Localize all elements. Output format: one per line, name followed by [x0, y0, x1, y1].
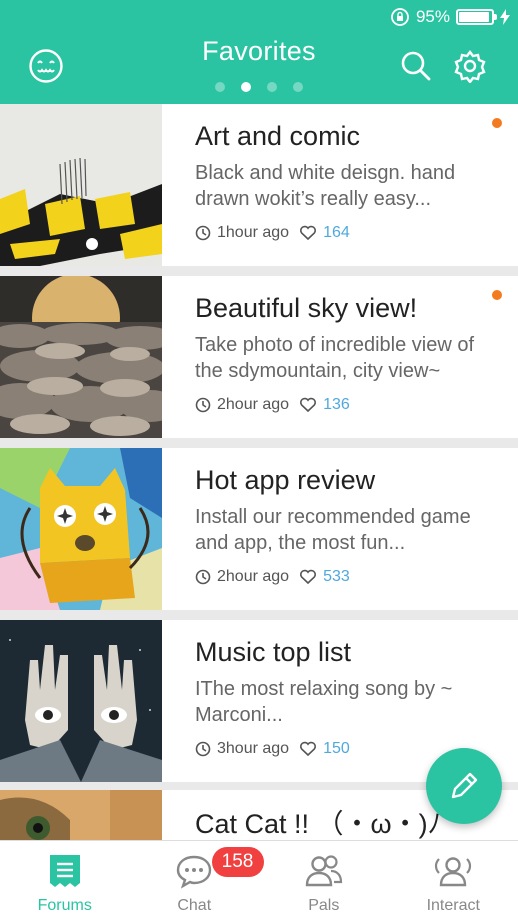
post-time: 2hour ago [217, 396, 290, 413]
post-description: Black and white deisgn. hand drawn wokit… [195, 162, 456, 210]
post-thumbnail [0, 276, 162, 438]
post-thumbnail [0, 104, 162, 266]
clock-icon [195, 225, 211, 241]
post-title: Art and comic [195, 121, 361, 151]
post-card[interactable]: Art and comic Black and white deisgn. ha… [0, 104, 518, 266]
tab-chat[interactable]: Chat 158 [130, 841, 264, 920]
post-time: 1hour ago [217, 224, 290, 241]
clock-icon [195, 397, 211, 413]
tab-label: Chat [177, 897, 212, 914]
post-title: Music top list [195, 637, 352, 667]
post-likes: 164 [323, 224, 350, 241]
post-title: Hot app review [195, 465, 376, 495]
bottom-tab-bar: Forums Chat 158 Pals Interact [0, 840, 518, 920]
page-dot[interactable] [267, 82, 277, 92]
pals-icon [305, 855, 342, 887]
charging-icon [500, 9, 510, 25]
battery-icon [456, 9, 497, 25]
page-indicator [0, 82, 518, 92]
post-time: 2hour ago [217, 568, 290, 585]
tab-interact[interactable]: Interact [389, 841, 518, 920]
post-description: IThe most relaxing song by ~ Marconi... [195, 678, 453, 726]
post-description: Take photo of incredible view of the sdy… [195, 334, 475, 382]
orientation-lock-icon [391, 8, 409, 26]
search-icon[interactable] [398, 48, 434, 84]
unread-dot [492, 290, 502, 300]
post-likes: 533 [323, 568, 350, 585]
tab-pals[interactable]: Pals [259, 841, 389, 920]
battery-percent: 95% [415, 7, 450, 26]
interact-icon [435, 857, 472, 887]
tab-label: Forums [37, 897, 92, 914]
heart-icon[interactable] [299, 569, 317, 585]
heart-icon[interactable] [299, 225, 317, 241]
unread-count-badge: 158 [211, 847, 264, 877]
page-dot-active[interactable] [241, 82, 251, 92]
tab-forums[interactable]: Forums [0, 841, 130, 920]
post-thumbnail [0, 790, 162, 840]
app-header: 95% Favorites [0, 0, 518, 104]
tab-label: Pals [308, 897, 340, 914]
clock-icon [195, 741, 211, 757]
post-card[interactable]: Beautiful sky view! Take photo of incred… [0, 276, 518, 438]
post-likes: 150 [323, 740, 350, 757]
post-thumbnail [0, 448, 162, 610]
post-likes: 136 [323, 396, 350, 413]
pencil-icon [451, 772, 478, 799]
page-dot[interactable] [293, 82, 303, 92]
settings-gear-icon[interactable] [452, 48, 488, 84]
post-thumbnail [0, 620, 162, 782]
heart-icon[interactable] [299, 397, 317, 413]
compose-button[interactable] [426, 748, 502, 824]
forum-icon [49, 855, 80, 887]
post-card[interactable]: Hot app review Install our recommended g… [0, 448, 518, 610]
page-dot[interactable] [215, 82, 225, 92]
post-meta: 2hour ago 533 [195, 568, 498, 586]
page-title: Favorites [202, 36, 316, 66]
post-meta: 1hour ago 164 [195, 224, 498, 242]
clock-icon [195, 569, 211, 585]
chat-icon [177, 855, 212, 889]
post-description: Install our recommended game and app, th… [195, 506, 471, 554]
post-title: Beautiful sky view! [195, 293, 418, 323]
post-meta: 2hour ago 136 [195, 396, 498, 414]
unread-dot [492, 118, 502, 128]
status-bar: 95% [390, 6, 510, 28]
post-time: 3hour ago [217, 740, 290, 757]
heart-icon[interactable] [299, 741, 317, 757]
tab-label: Interact [426, 897, 480, 914]
